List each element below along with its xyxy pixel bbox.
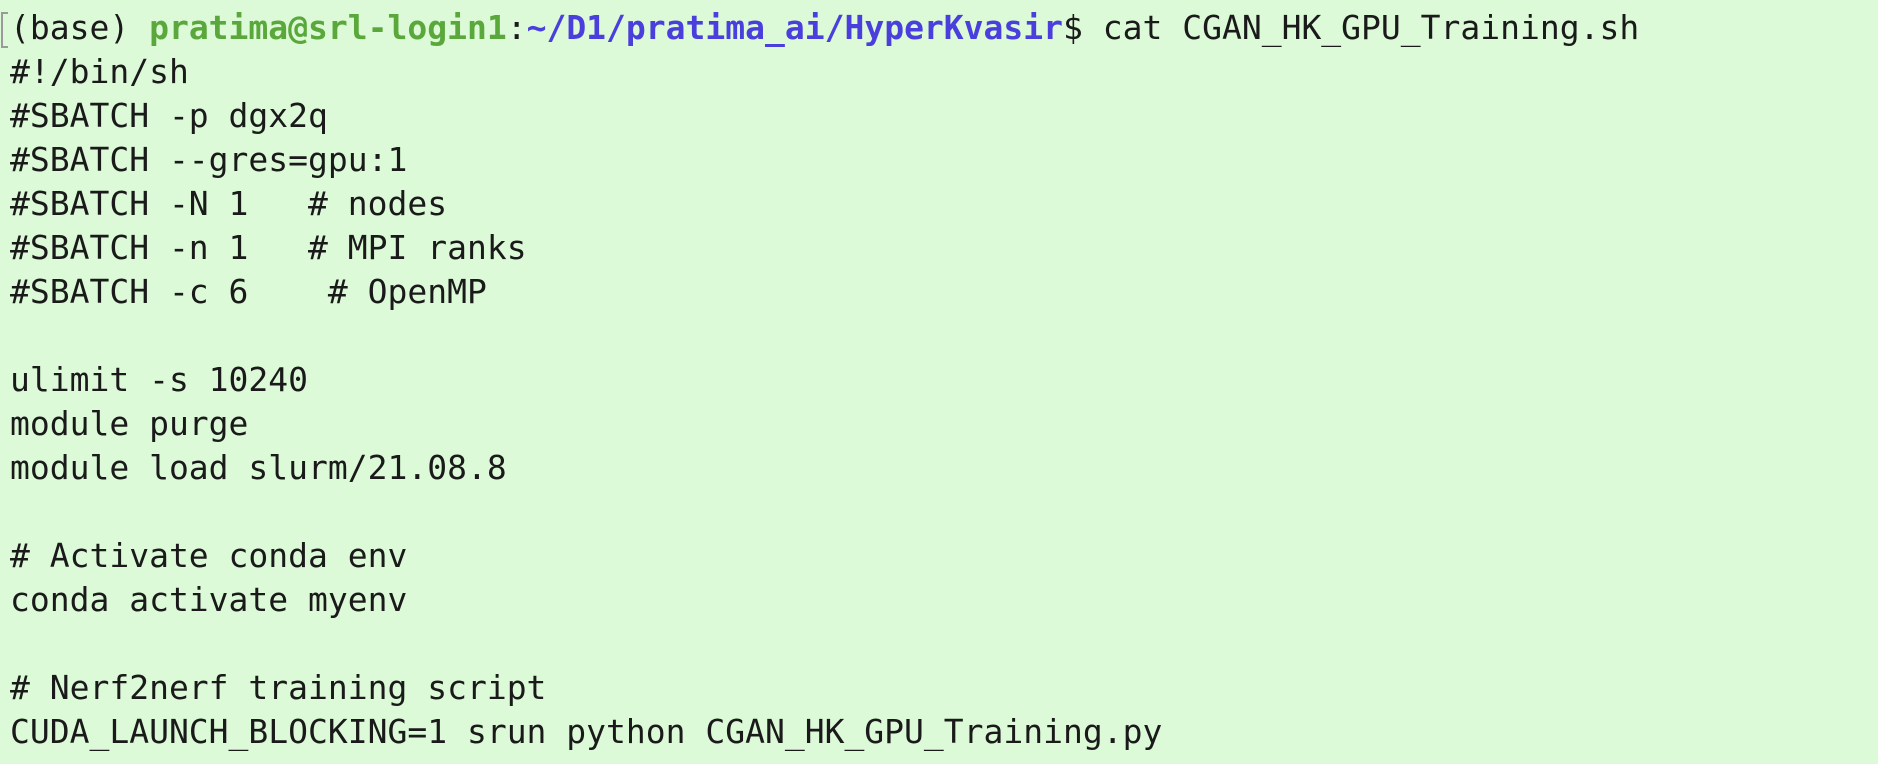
output-line: #SBATCH -N 1 # nodes xyxy=(10,184,448,223)
terminal-window[interactable]: (base) pratima@srl-login1:~/D1/pratima_a… xyxy=(0,0,1878,764)
output-line: #SBATCH -p dgx2q xyxy=(10,96,328,135)
output-line: ulimit -s 10240 xyxy=(10,360,309,399)
output-line: #SBATCH -c 6 # OpenMP xyxy=(10,272,487,311)
prompt-symbol: $ xyxy=(1063,8,1103,47)
output-line: #!/bin/sh xyxy=(10,52,189,91)
output-line: #SBATCH -n 1 # MPI ranks xyxy=(10,228,527,267)
output-line: # Nerf2nerf training script xyxy=(10,668,547,707)
prompt-user-host: pratima@srl-login1 xyxy=(149,8,507,47)
prompt-path: ~/D1/pratima_ai/HyperKvasir xyxy=(526,8,1064,47)
output-line: # Activate conda env xyxy=(10,536,408,575)
prompt-separator: : xyxy=(506,8,527,47)
prompt-env: (base) xyxy=(10,8,150,47)
terminal-screen: (base) pratima@srl-login1:~/D1/pratima_a… xyxy=(10,6,1870,754)
output-line: CUDA_LAUNCH_BLOCKING=1 srun python CGAN_… xyxy=(10,712,1163,751)
prompt-line: (base) pratima@srl-login1:~/D1/pratima_a… xyxy=(10,6,1870,50)
prompt-command: cat CGAN_HK_GPU_Training.sh xyxy=(1102,8,1640,47)
output-line: module load slurm/21.08.8 xyxy=(10,448,507,487)
output-line: #SBATCH --gres=gpu:1 xyxy=(10,140,408,179)
output-line: conda activate myenv xyxy=(10,580,408,619)
mark-bracket xyxy=(1,12,8,48)
output-line: module purge xyxy=(10,404,249,443)
